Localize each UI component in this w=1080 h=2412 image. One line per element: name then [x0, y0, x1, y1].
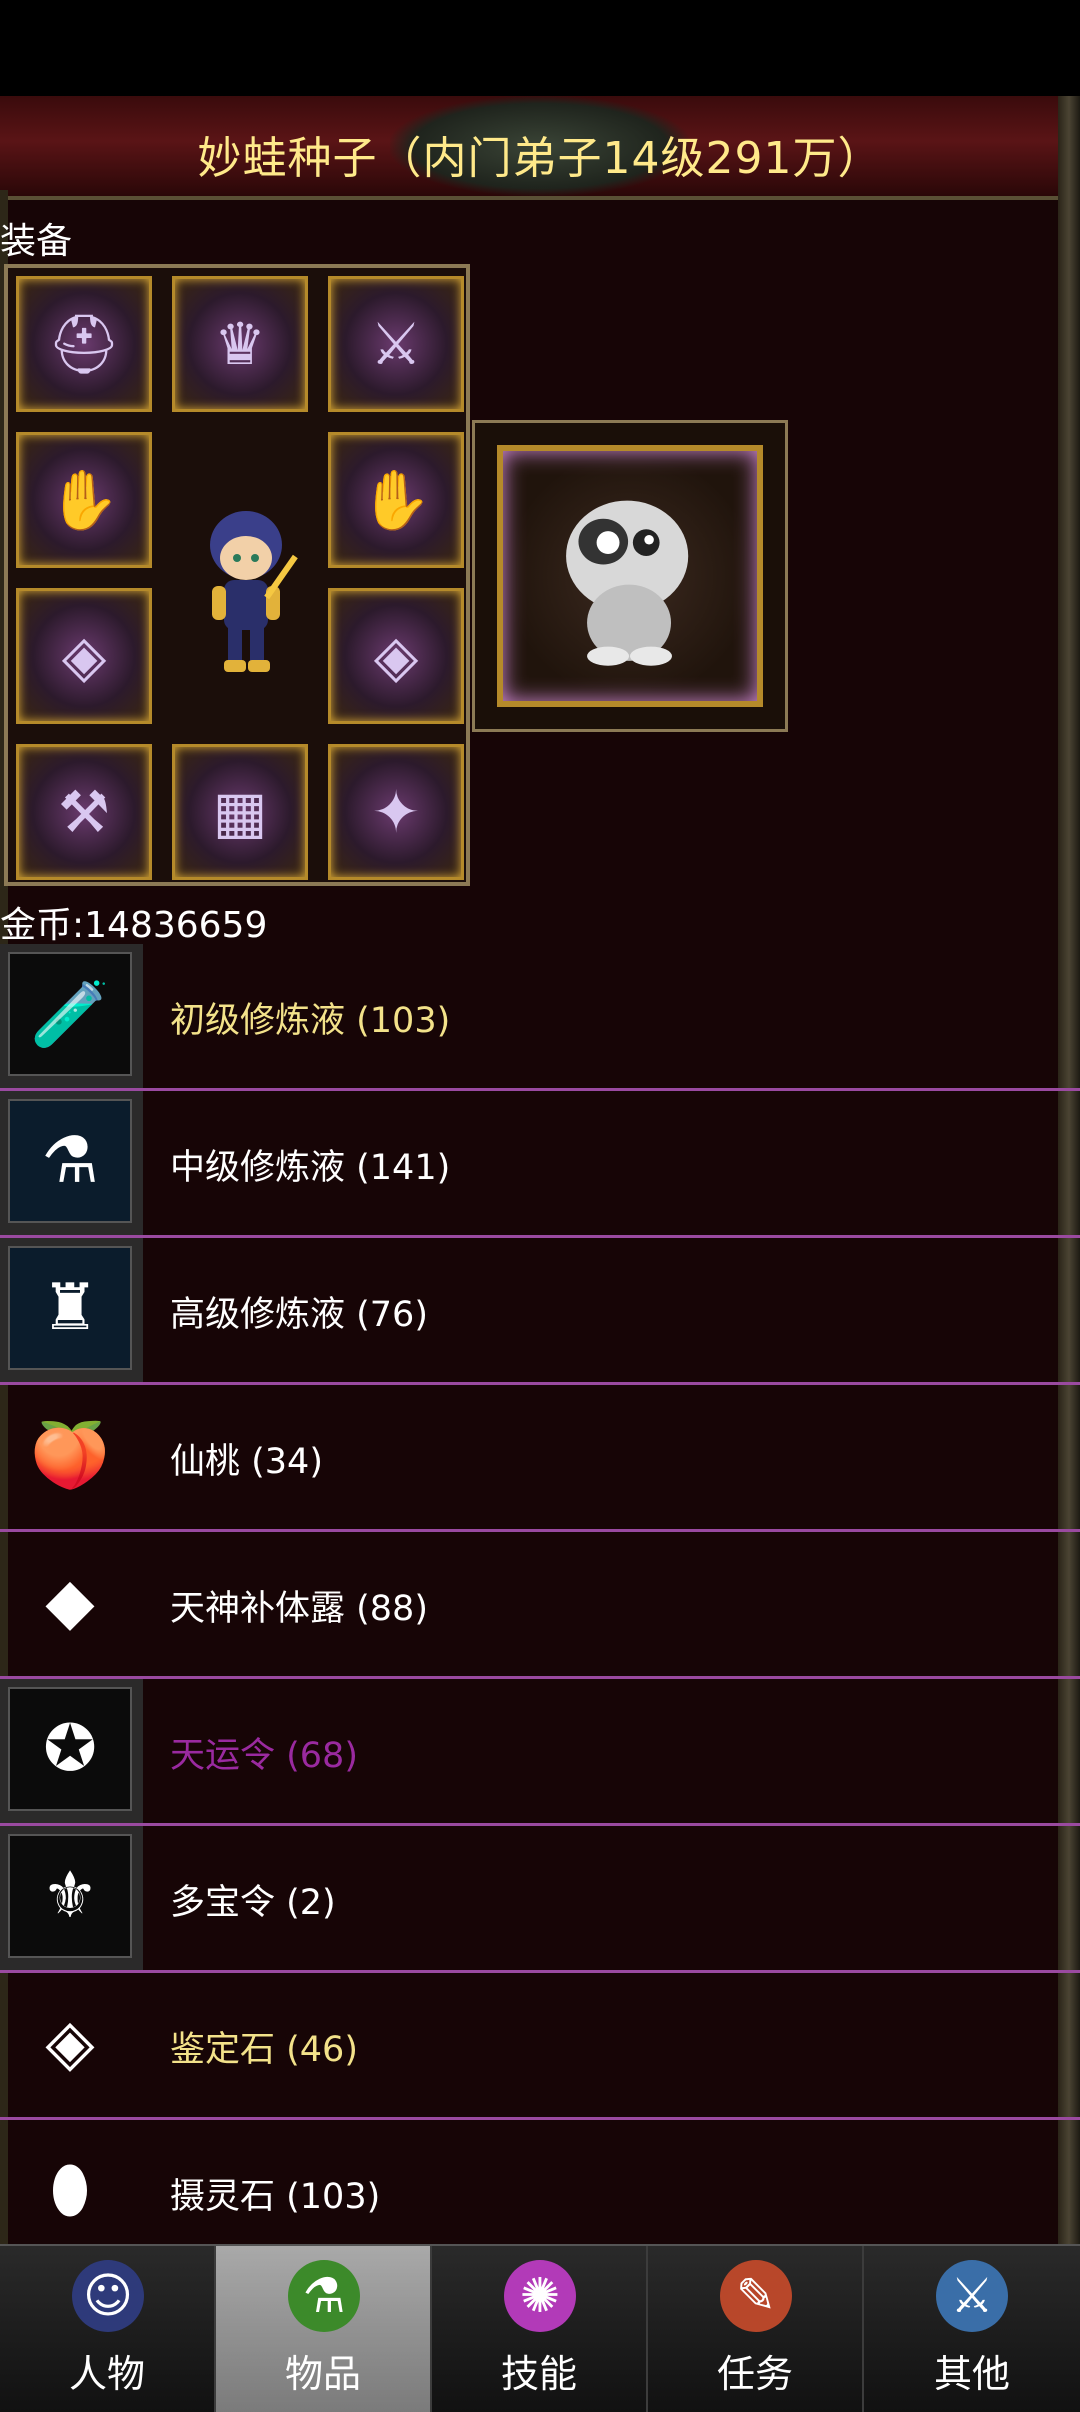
item-icon-frame: ◆	[0, 1532, 143, 1676]
gold-amount: 金币:14836659	[0, 905, 268, 946]
item-row[interactable]: ⚗ 中级修炼液 (141)	[0, 1091, 1080, 1238]
item-label: 仙桃 (34)	[170, 1442, 323, 1482]
armor-icon: ◈	[61, 622, 107, 690]
item-label: 多宝令 (2)	[170, 1883, 336, 1923]
tab-character[interactable]: ☺ 人物	[0, 2246, 216, 2412]
other-sword-icon: ⚔	[936, 2260, 1008, 2332]
item-icon-frame: ⚗	[0, 1091, 143, 1235]
weapon-icon: ⚔	[370, 310, 422, 378]
gauntlet-icon: ✋	[359, 465, 433, 534]
equip-slot-boots[interactable]: ⚒	[16, 744, 152, 880]
item-icon-frame: 🧪	[0, 944, 143, 1088]
item-row[interactable]: ◆ 天神补体露 (88)	[0, 1532, 1080, 1679]
tab-items-label: 物品	[284, 2352, 361, 2396]
bottom-nav: ☺ 人物 ⚗ 物品 ✺ 技能 ✎ 任务 ⚔ 其他	[0, 2244, 1080, 2412]
pet-frame	[497, 445, 763, 707]
item-icon-frame: ♜	[0, 1238, 143, 1382]
equip-slot-left-arm[interactable]: ✋	[16, 432, 152, 568]
equip-slot-left-armor[interactable]: ◈	[16, 588, 152, 724]
pet-card[interactable]	[472, 420, 788, 732]
tab-items[interactable]: ⚗ 物品	[216, 2246, 432, 2412]
status-bar	[0, 0, 1080, 96]
tab-skills[interactable]: ✺ 技能	[432, 2246, 648, 2412]
potion-flask-icon: ⚗	[8, 1099, 132, 1223]
spirit-egg-icon: ⬮	[49, 2153, 91, 2227]
belt-icon: ▦	[212, 778, 268, 846]
quest-scroll-icon: ✎	[720, 2260, 792, 2332]
equipment-section-label: 装备	[0, 221, 73, 262]
item-icon-frame: ⚜	[0, 1826, 143, 1970]
item-label: 摄灵石 (103)	[170, 2177, 381, 2217]
tab-other[interactable]: ⚔ 其他	[864, 2246, 1080, 2412]
winged-bottle-icon: ♜	[8, 1246, 132, 1370]
boots-icon: ⚒	[58, 778, 110, 846]
hero-avatar	[210, 511, 298, 672]
peach-icon: 🍑	[30, 1418, 110, 1493]
item-icon-frame: ⬮	[0, 2120, 143, 2264]
item-label: 天神补体露 (88)	[170, 1589, 428, 1629]
item-icon-frame: ◈	[0, 1973, 143, 2117]
item-label: 天运令 (68)	[170, 1736, 358, 1776]
equip-slot-belt[interactable]: ▦	[172, 744, 308, 880]
treasure-token-icon: ⚜	[8, 1834, 132, 1958]
item-row[interactable]: 🍑 仙桃 (34)	[0, 1385, 1080, 1532]
item-row[interactable]: ⚜ 多宝令 (2)	[0, 1826, 1080, 1973]
item-label: 初级修炼液 (103)	[170, 1001, 451, 1041]
item-row[interactable]: 🧪 初级修炼液 (103)	[0, 944, 1080, 1091]
item-row[interactable]: ◈ 鉴定石 (46)	[0, 1973, 1080, 2120]
fortune-token-icon: ✪	[8, 1687, 132, 1811]
rainbow-gem-icon: ◈	[45, 2006, 95, 2080]
item-row[interactable]: ♜ 高级修炼液 (76)	[0, 1238, 1080, 1385]
item-icon-frame: 🍑	[0, 1385, 143, 1529]
diamond-potion-icon: ◆	[45, 1565, 95, 1639]
character-icon: ☺	[72, 2260, 144, 2332]
equip-slot-weapon[interactable]: ⚔	[328, 276, 464, 412]
equip-slot-headgear[interactable]: ♛	[172, 276, 308, 412]
tab-quests-label: 任务	[716, 2352, 793, 2396]
item-label: 鉴定石 (46)	[170, 2030, 358, 2070]
items-potion-icon: ⚗	[288, 2260, 360, 2332]
character-title: 妙蛙种子（内门弟子14级291万）	[197, 133, 883, 184]
item-icon-frame: ✪	[0, 1679, 143, 1823]
armor-icon: ◈	[373, 622, 419, 690]
crown-icon: ♛	[214, 310, 266, 378]
tab-character-label: 人物	[68, 2352, 145, 2396]
equip-slot-accessory[interactable]: ✦	[328, 744, 464, 880]
tab-other-label: 其他	[933, 2352, 1010, 2396]
item-label: 中级修炼液 (141)	[170, 1148, 451, 1188]
equip-slot-right-armor[interactable]: ◈	[328, 588, 464, 724]
equipment-grid: ⛑ ♛ ⚔ ✋ ✋ ◈ ◈ ⚒ ▦ ✦	[4, 264, 470, 886]
pet-avatar	[566, 500, 689, 666]
gauntlet-icon: ✋	[47, 465, 121, 534]
tab-quests[interactable]: ✎ 任务	[648, 2246, 864, 2412]
blue-vial-icon: 🧪	[8, 952, 132, 1076]
helmet-icon: ⛑	[47, 309, 121, 378]
skill-orb-icon: ✺	[504, 2260, 576, 2332]
tab-skills-label: 技能	[500, 2352, 577, 2396]
item-label: 高级修炼液 (76)	[170, 1295, 428, 1335]
equip-slot-helmet[interactable]: ⛑	[16, 276, 152, 412]
item-row[interactable]: ✪ 天运令 (68)	[0, 1679, 1080, 1826]
flame-orb-icon: ✦	[371, 778, 421, 846]
equip-slot-right-arm[interactable]: ✋	[328, 432, 464, 568]
